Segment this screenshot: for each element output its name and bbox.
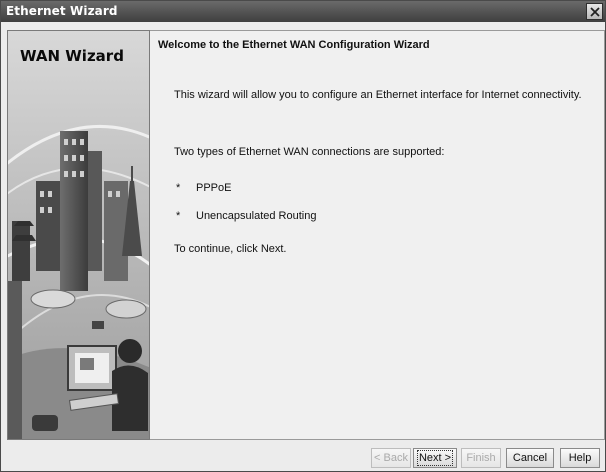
- window-title: Ethernet Wizard: [6, 4, 118, 18]
- back-button-label: < Back: [374, 452, 408, 464]
- title-bar[interactable]: Ethernet Wizard: [1, 1, 605, 22]
- list-item-unencapsulated-routing: Unencapsulated Routing: [196, 210, 317, 222]
- finish-button[interactable]: Finish: [461, 448, 501, 468]
- next-button[interactable]: Next >: [413, 448, 457, 468]
- network-illustration: [8, 31, 149, 439]
- connection-types-text: Two types of Ethernet WAN connections ar…: [174, 146, 445, 158]
- close-icon: [590, 7, 600, 17]
- next-button-label: Next >: [416, 450, 454, 466]
- help-button[interactable]: Help: [560, 448, 600, 468]
- content-panel: Welcome to the Ethernet WAN Configuratio…: [150, 30, 605, 440]
- side-panel-title: WAN Wizard: [20, 47, 124, 65]
- cancel-button[interactable]: Cancel: [506, 448, 554, 468]
- list-item-pppoe: PPPoE: [196, 182, 232, 194]
- page-heading: Welcome to the Ethernet WAN Configuratio…: [158, 39, 430, 51]
- continue-instruction: To continue, click Next.: [174, 243, 287, 255]
- intro-text: This wizard will allow you to configure …: [174, 89, 582, 101]
- finish-button-label: Finish: [466, 452, 496, 464]
- bullet-marker: *: [176, 182, 181, 194]
- bullet-marker: *: [176, 210, 181, 222]
- cancel-button-label: Cancel: [512, 452, 548, 464]
- side-panel: WAN Wizard: [7, 30, 150, 440]
- back-button[interactable]: < Back: [371, 448, 411, 468]
- help-button-label: Help: [568, 452, 592, 464]
- wizard-window: Ethernet Wizard WAN Wizard Welcome to th…: [0, 0, 606, 472]
- close-button[interactable]: [586, 3, 603, 20]
